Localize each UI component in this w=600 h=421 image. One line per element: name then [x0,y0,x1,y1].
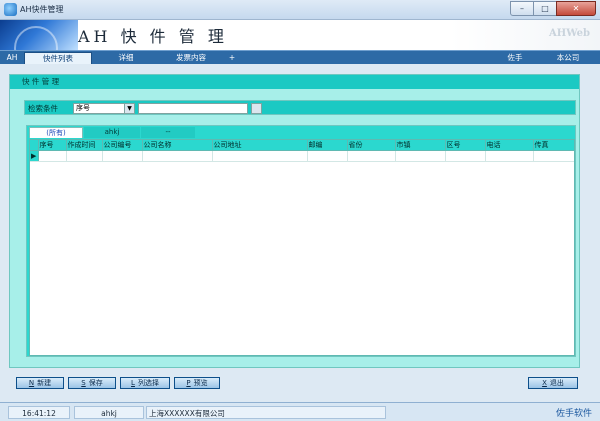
shipment-grid[interactable]: 序号 作成时间 公司编号 公司名称 公司地址 邮编 省份 市镇 区号 电话 传真 [29,139,575,356]
col-header-created[interactable]: 作成时间 [66,140,103,151]
header-indicator [30,140,39,151]
col-header-company-address[interactable]: 公司地址 [212,140,308,151]
save-button[interactable]: S 保存 [68,377,116,389]
app-icon [4,3,17,16]
tab-details[interactable]: 详细 [95,52,157,64]
search-bar: 检索条件 序号 ▼ [24,100,576,115]
column-select-button[interactable]: L 列选择 [120,377,170,389]
chevron-down-icon[interactable]: ▼ [124,104,134,113]
col-header-area-code[interactable]: 区号 [445,140,486,151]
tab-company[interactable]: 本公司 [540,52,596,64]
grid-container: (所有) ahkj -- 序号 作成时间 公司编号 公司名称 公司地址 邮编 省… [26,125,576,357]
tab-home[interactable]: AH [2,52,22,64]
col-header-phone[interactable]: 电话 [485,140,534,151]
table-row[interactable]: ▶ [30,150,574,162]
table-cell[interactable] [395,150,446,162]
table-cell[interactable] [142,150,213,162]
table-cell[interactable] [533,150,574,162]
table-cell[interactable] [102,150,143,162]
tab-shipment-list[interactable]: 快件列表 [24,52,92,64]
new-button[interactable]: N 新建 [16,377,64,389]
banner-graphic [0,20,78,50]
table-cell[interactable] [307,150,348,162]
status-logo: 佐手软件 [555,409,592,419]
grid-tab-ahkj[interactable]: ahkj [84,127,140,138]
shipment-table: 序号 作成时间 公司编号 公司名称 公司地址 邮编 省份 市镇 区号 电话 传真 [30,140,574,162]
table-cell[interactable] [212,150,308,162]
col-header-postcode[interactable]: 邮编 [307,140,348,151]
search-field-value: 序号 [76,104,90,112]
search-input[interactable] [138,103,248,114]
window-titlebar: AH快件管理 – □ ✕ [0,0,600,20]
col-header-no[interactable]: 序号 [38,140,67,151]
window-title: AH快件管理 [20,5,64,14]
tab-assistant[interactable]: 佐手 [492,52,538,64]
banner-brand: AHWeb [549,28,590,39]
close-button[interactable]: ✕ [556,1,596,16]
row-indicator-icon: ▶ [30,150,39,162]
search-label: 检索条件 [28,104,58,113]
status-time: 16:41:12 [8,406,70,419]
col-header-city[interactable]: 市镇 [395,140,446,151]
status-company: 上海XXXXXX有限公司 [146,406,386,419]
status-bar: 16:41:12 ahkj 上海XXXXXX有限公司 佐手软件 [0,402,600,421]
window-controls: – □ ✕ [510,1,596,16]
col-header-company-code[interactable]: 公司编号 [102,140,143,151]
minimize-button[interactable]: – [510,1,534,16]
banner-title: AH 快 件 管 理 [78,27,228,46]
col-header-company-name[interactable]: 公司名称 [142,140,213,151]
panel-title: 快 件 管 理 [10,75,579,89]
table-cell[interactable] [38,150,67,162]
grid-tabs: (所有) ahkj -- [27,126,575,138]
table-cell[interactable] [66,150,103,162]
table-cell[interactable] [347,150,396,162]
status-user: ahkj [74,406,144,419]
tab-invoice[interactable]: 发票内容 [160,52,222,64]
tab-add[interactable]: + [224,52,240,64]
table-cell[interactable] [485,150,534,162]
search-button[interactable] [251,103,262,114]
shipment-panel: 快 件 管 理 检索条件 序号 ▼ (所有) ahkj -- 序号 作成时间 公… [9,74,580,368]
col-header-province[interactable]: 省份 [347,140,396,151]
grid-tab-all[interactable]: (所有) [29,127,83,138]
table-header-row: 序号 作成时间 公司编号 公司名称 公司地址 邮编 省份 市镇 区号 电话 传真 [30,140,574,151]
search-field-select[interactable]: 序号 ▼ [73,103,135,114]
main-tab-strip: AH 快件列表 详细 发票内容 + 佐手 本公司 [0,50,600,64]
maximize-button[interactable]: □ [533,1,557,16]
exit-button[interactable]: X 退出 [528,377,578,389]
grid-tab-other[interactable]: -- [141,127,195,138]
header-banner: AH 快 件 管 理 AHWeb [0,20,600,50]
preview-button[interactable]: P 预览 [174,377,220,389]
table-cell[interactable] [445,150,486,162]
col-header-fax[interactable]: 传真 [533,140,574,151]
